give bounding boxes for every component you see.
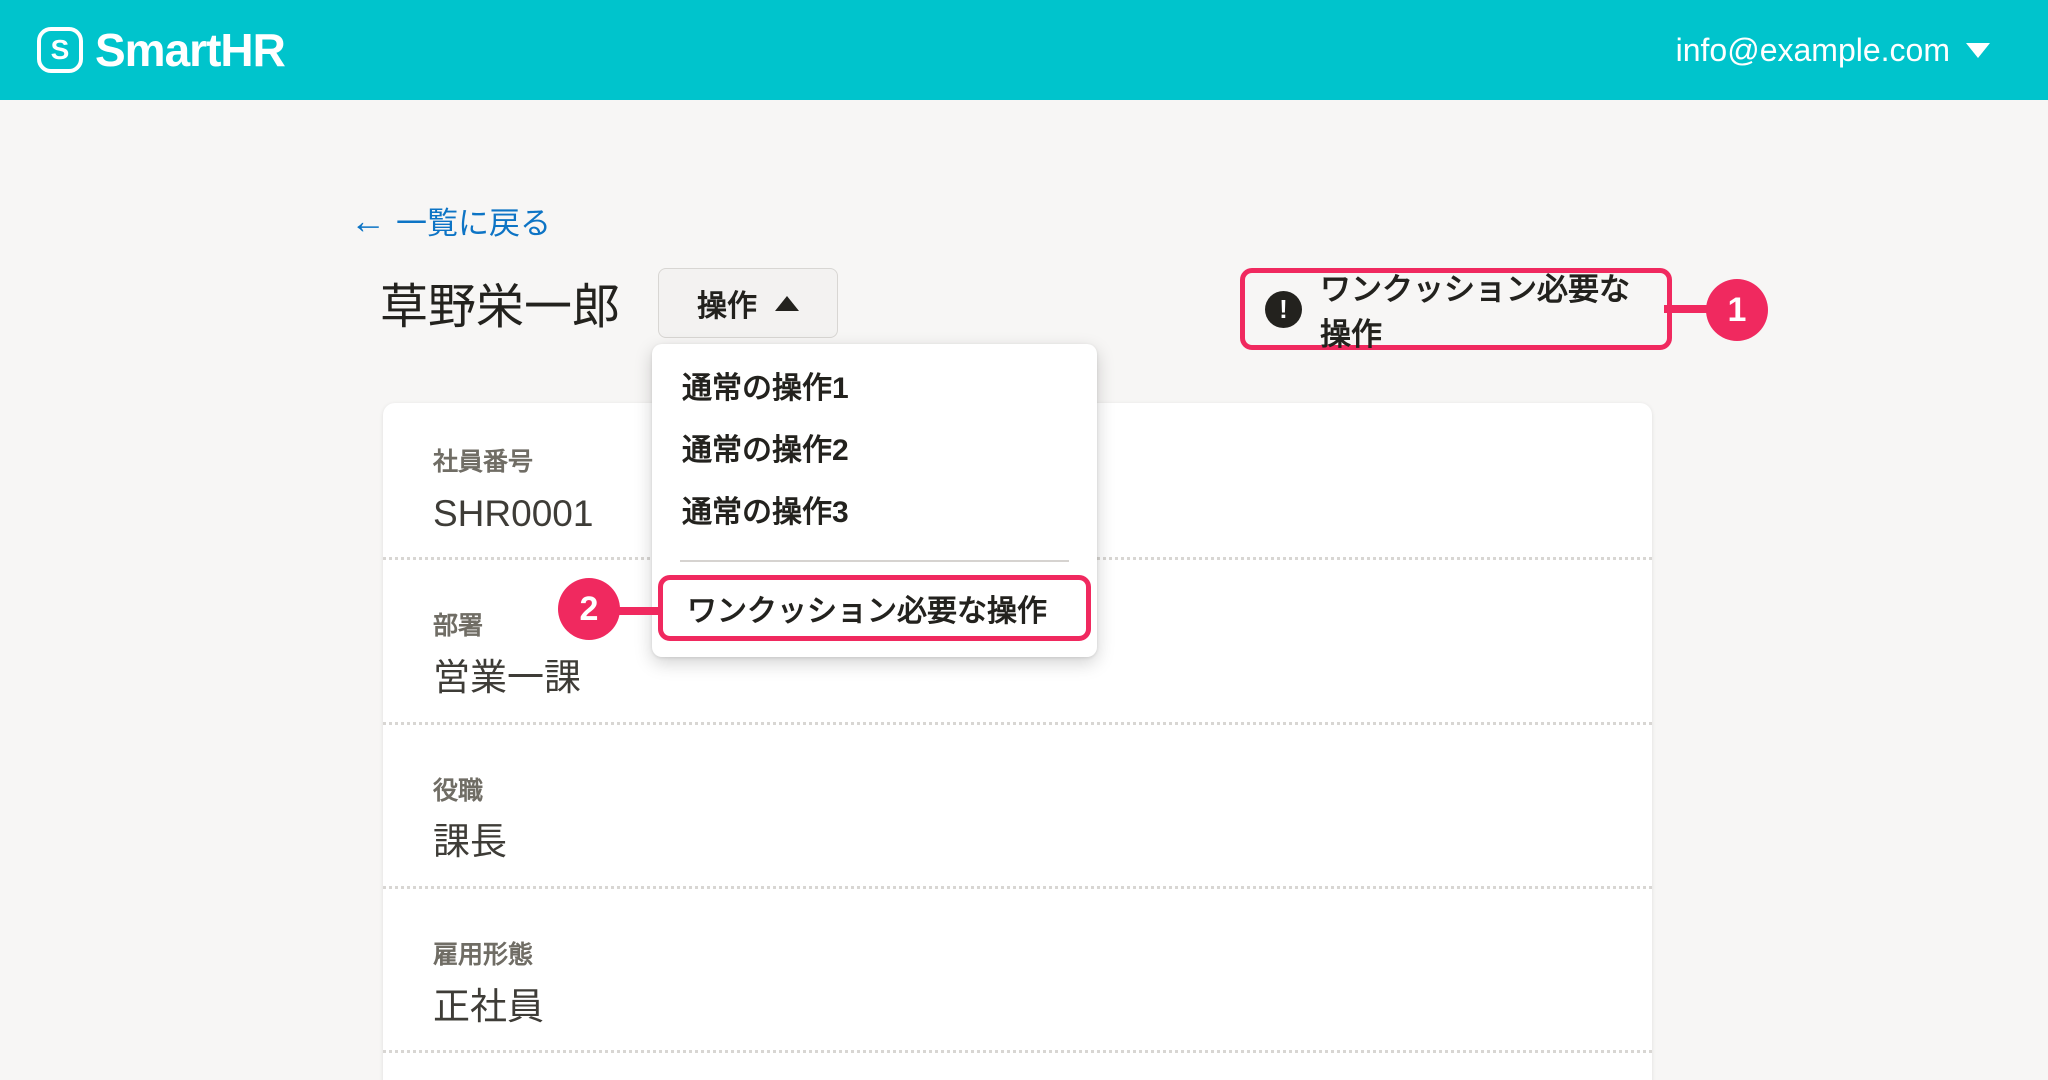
back-link[interactable]: ← 一覧に戻る	[350, 198, 551, 243]
app-header: S SmartHR info@example.com	[0, 0, 2048, 100]
caution-callout-label: ワンクッション必要な操作	[1320, 272, 1630, 352]
caret-down-icon	[1966, 42, 1990, 58]
annotation-connector-2	[614, 607, 659, 615]
field-value: 営業一課	[433, 657, 581, 699]
actions-button[interactable]: 操作	[658, 268, 838, 338]
account-email[interactable]: info@example.com	[1676, 32, 1950, 69]
field-row-employment-type: 雇用形態 正社員	[383, 889, 1652, 1054]
page-title: 草野栄一郎	[380, 281, 621, 334]
arrow-left-icon: ←	[350, 199, 386, 241]
annotation-connector-1	[1664, 305, 1712, 313]
brand-name: SmartHR	[95, 24, 286, 76]
field-value: 課長	[433, 821, 507, 863]
menu-item-caution[interactable]: ワンクッション必要な操作	[663, 580, 1086, 636]
smarthr-logo-icon: S	[37, 27, 83, 73]
field-label: 雇用形態	[433, 940, 534, 969]
caution-callout: ! ワンクッション必要な操作	[1240, 268, 1672, 352]
menu-item-normal-2[interactable]: 通常の操作2	[652, 416, 1097, 478]
screen: S SmartHR info@example.com ← 一覧に戻る 草野栄一郎…	[0, 0, 2048, 1080]
field-row-position: 役職 課長	[383, 725, 1652, 889]
field-row-hire-date: 入社年月日	[383, 1053, 1652, 1080]
field-value: 正社員	[433, 985, 544, 1027]
caret-up-icon	[775, 295, 799, 311]
field-label: 役職	[433, 776, 484, 805]
brand-logo: S SmartHR	[37, 23, 286, 77]
menu-divider	[680, 560, 1069, 562]
annotation-badge-2: 2	[558, 578, 620, 640]
menu-item-normal-3[interactable]: 通常の操作3	[652, 478, 1097, 540]
account-menu[interactable]: info@example.com	[1676, 32, 1990, 69]
annotation-badge-1: 1	[1706, 279, 1768, 341]
annotation-highlight-box: ワンクッション必要な操作	[658, 575, 1091, 641]
back-link-label: 一覧に戻る	[396, 206, 551, 241]
actions-button-label: 操作	[697, 290, 757, 323]
actions-dropdown: 通常の操作1 通常の操作2 通常の操作3 ワンクッション必要な操作	[652, 344, 1097, 657]
exclamation-icon: !	[1265, 290, 1302, 328]
menu-item-normal-1[interactable]: 通常の操作1	[652, 354, 1097, 416]
